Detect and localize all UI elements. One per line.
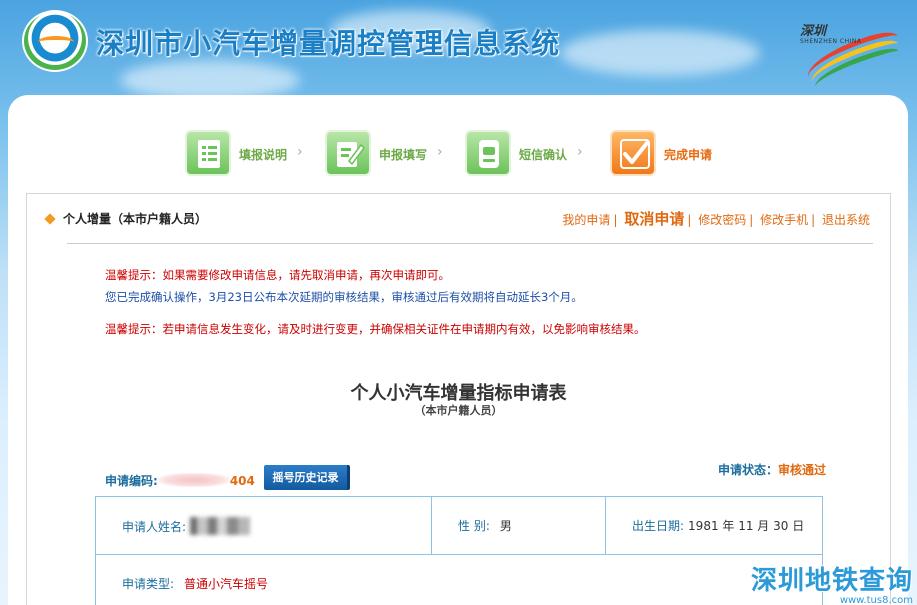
application-content: 个人增量（本市户籍人员） 我的申请 | 取消申请 | 修改密码 | 修改手机 | 退出系… (26, 193, 891, 605)
site-header: 深圳市小汽车增量调控管理信息系统 深圳 SHENZHEN CHINA (0, 0, 917, 94)
chevron-right-icon: › (577, 144, 583, 160)
status-label: 申请状态： (717, 463, 778, 477)
chevron-right-icon: › (437, 144, 443, 160)
step-label: 短信确认 (519, 148, 568, 162)
step-label: 完成申请 (664, 148, 713, 162)
progress-steps: 填报说明 › 申报填写 › 短信确认 › 完成申请 (185, 130, 745, 180)
name-cell: 申请人姓名: (95, 496, 432, 555)
shenzhen-city-logo: 深圳 SHENZHEN CHINA (798, 14, 906, 94)
traffic-bureau-logo (22, 10, 88, 72)
step-label: 申报填写 (379, 148, 428, 162)
form-subtitle: （本市户籍人员） (414, 404, 503, 417)
redacted-name (190, 516, 251, 535)
applicant-info-table: 申请人姓名: 性 别: 男 出生日期: 1981 年 11 月 30 日 申请类型:… (95, 496, 823, 605)
my-application-link[interactable]: 我的申请 (562, 213, 610, 227)
status-value: 审核通过 (777, 463, 826, 477)
sms-phone-icon (465, 130, 511, 176)
code-label: 申请编码: (105, 474, 158, 488)
confirm-info: 您已完成确认操作，3月23日公布本次延期的审核结果，审核通过后有效期将自动延长3… (105, 290, 583, 304)
change-password-link[interactable]: 修改密码 (698, 213, 746, 227)
birth-cell: 出生日期: 1981 年 11 月 30 日 (605, 496, 823, 555)
city-logo-en: SHENZHEN CHINA (800, 38, 862, 45)
document-icon (185, 130, 231, 176)
divider (67, 243, 873, 244)
table-row: 申请类型: 普通小汽车摇号 (95, 554, 823, 605)
form-edit-icon (325, 130, 371, 176)
birth-label: 出生日期: (632, 519, 685, 533)
gender-label: 性 别: (458, 519, 490, 533)
name-label: 申请人姓名: (122, 519, 187, 534)
type-label: 申请类型: (122, 577, 175, 591)
logout-link[interactable]: 退出系统 (822, 213, 870, 227)
chevron-right-icon: › (297, 144, 303, 160)
application-code: 申请编码: 404 (105, 472, 255, 489)
account-links: 我的申请 | 取消申请 | 修改密码 | 修改手机 | 退出系统 (562, 210, 870, 228)
city-logo-cn: 深圳 (800, 24, 827, 39)
redacted-code (157, 473, 230, 487)
checkmark-icon (610, 130, 656, 176)
tip-change: 温馨提示：若申请信息发生变化，请及时进行变更，并确保相关证件在申请期内有效，以免… (105, 322, 646, 336)
section-title: 个人增量（本市户籍人员） (63, 212, 208, 226)
step-label: 填报说明 (239, 148, 288, 162)
watermark-main: 深圳地铁查询 (750, 566, 913, 596)
gender-cell: 性 别: 男 (431, 496, 606, 555)
type-value: 普通小汽车摇号 (184, 577, 269, 591)
tip-modify: 温馨提示：如果需要修改申请信息，请先取消申请，再次申请即可。 (105, 268, 450, 282)
cancel-application-link[interactable]: 取消申请 (624, 210, 684, 228)
lottery-history-button[interactable]: 摇号历史记录 (264, 465, 350, 490)
site-watermark: 深圳地铁查询 www.tus8.com (751, 560, 913, 605)
code-suffix: 404 (229, 474, 255, 488)
birth-value: 1981 年 11 月 30 日 (688, 519, 805, 533)
table-row: 申请人姓名: 性 别: 男 出生日期: 1981 年 11 月 30 日 (95, 496, 823, 555)
change-phone-link[interactable]: 修改手机 (760, 213, 808, 227)
type-cell: 申请类型: 普通小汽车摇号 (95, 554, 823, 605)
section-bar: 个人增量（本市户籍人员） 我的申请 | 取消申请 | 修改密码 | 修改手机 | 退出系… (27, 194, 890, 244)
diamond-bullet-icon (44, 213, 56, 225)
application-status: 申请状态：审核通过 (718, 461, 826, 478)
gender-value: 男 (499, 519, 512, 533)
site-title: 深圳市小汽车增量调控管理信息系统 (96, 27, 561, 60)
